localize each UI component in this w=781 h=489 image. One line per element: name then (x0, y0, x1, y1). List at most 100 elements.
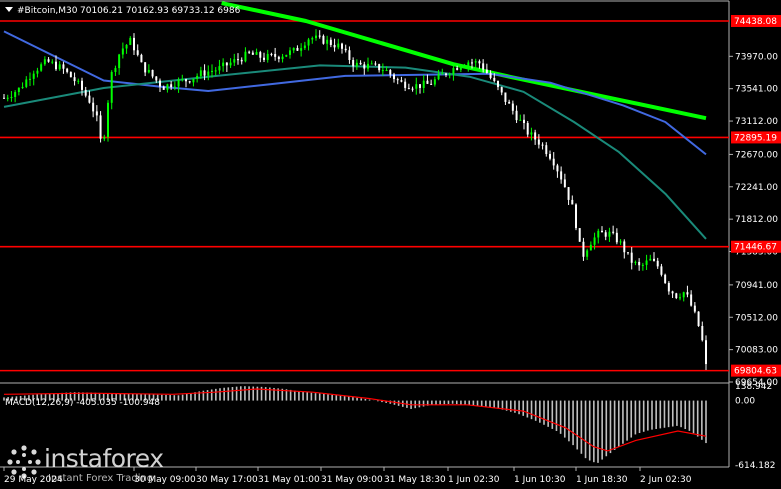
macd-tick-label: 138.942 (735, 382, 772, 392)
candle-body (686, 292, 689, 295)
candle-body (645, 260, 648, 265)
candle-body (567, 187, 570, 200)
candle-body (601, 230, 603, 233)
time-tick-label: 31 May 09:00 (321, 475, 383, 485)
candle-body (400, 80, 403, 82)
candle-body (69, 71, 72, 78)
level-label-text: 71446.67 (734, 243, 777, 253)
candle-body (411, 88, 414, 90)
price-tick-label: 70512.00 (735, 313, 778, 323)
candle-body (701, 326, 704, 341)
candle-body (623, 241, 626, 253)
candle-body (634, 261, 637, 263)
candle-body (653, 258, 655, 261)
candle-body (493, 77, 496, 82)
candle-body (318, 35, 321, 37)
candle-body (389, 70, 392, 75)
candle-body (140, 54, 143, 63)
candle-body (211, 70, 213, 72)
candle-body (133, 37, 135, 51)
candle-body (277, 56, 280, 60)
candle-body (95, 111, 98, 116)
candle-body (84, 89, 87, 96)
candle-body (233, 59, 236, 63)
candle-body (489, 73, 492, 78)
price-tick-label: 70083.00 (735, 346, 778, 356)
candle-body (162, 86, 165, 90)
candle-body (649, 258, 652, 261)
candle-body (363, 64, 366, 69)
candle-body (526, 123, 529, 135)
candle-body (289, 50, 291, 55)
candle-body (552, 158, 555, 166)
candle-body (177, 79, 180, 87)
candle-body (563, 179, 566, 188)
candle-body (433, 79, 436, 85)
candle-body (467, 62, 470, 67)
candle-body (88, 95, 91, 103)
candle-body (352, 59, 355, 67)
candle-body (118, 54, 121, 69)
candle-body (125, 44, 128, 49)
candle-body (159, 80, 161, 87)
candle-body (556, 165, 559, 172)
macd-label: MACD(12,26,9) -405.035 -100.948 (5, 398, 160, 408)
candle-body (593, 237, 596, 245)
candle-body (225, 62, 228, 66)
candle-body (263, 57, 265, 60)
candle-body (47, 59, 50, 62)
candle-body (25, 79, 28, 87)
price-tick-label: 72241.00 (735, 183, 778, 193)
candle-body (426, 80, 429, 84)
candle-body (240, 59, 243, 62)
candle-body (51, 61, 54, 63)
level-label-text: 69804.63 (734, 367, 777, 377)
candle-body (222, 62, 225, 67)
macd-tick-label: 0.00 (735, 397, 755, 407)
candle-body (29, 78, 31, 80)
candle-body (612, 231, 615, 233)
time-tick-label: 2 Jun 02:30 (640, 475, 692, 485)
candle-body (315, 35, 317, 39)
candle-body (311, 38, 314, 40)
time-tick-label: 30 May 17:00 (196, 475, 258, 485)
candle-body (14, 92, 17, 97)
candle-body (445, 73, 447, 75)
candle-body (81, 80, 83, 90)
candle-body (229, 62, 232, 66)
candle-body (32, 73, 35, 79)
candle-body (422, 80, 425, 88)
price-tick-label: 73541.00 (735, 85, 778, 95)
time-tick-label: 31 May 01:00 (258, 475, 320, 485)
candle-body (341, 43, 343, 49)
candle-body (355, 62, 358, 67)
time-tick-label: 29 May 2024 (4, 475, 63, 485)
candle-body (110, 72, 113, 103)
candle-body (660, 266, 663, 275)
candle-body (504, 92, 507, 102)
time-tick-label: 1 Jun 18:30 (576, 475, 628, 485)
candle-body (485, 69, 488, 74)
candle-body (456, 68, 459, 70)
candle-body (66, 68, 69, 72)
candle-body (344, 48, 347, 51)
candle-body (381, 70, 384, 72)
candle-body (10, 96, 13, 98)
trading-chart[interactable]: 73970.00 73541.00 73112.00 72670.00 72241.00… (0, 0, 781, 489)
candle-body (667, 282, 670, 292)
candle-body (73, 77, 76, 82)
candle-body (214, 70, 217, 72)
candle-body (99, 115, 102, 139)
chart-header: #Bitcoin,M30 70106.21 70162.93 69733.12 … (5, 6, 241, 16)
candle-body (474, 61, 477, 63)
candle-body (155, 76, 158, 81)
candle-body (385, 70, 388, 72)
candle-body (656, 260, 659, 267)
candle-body (534, 132, 537, 140)
level-label-text: 72895.19 (734, 133, 777, 143)
candle-body (251, 52, 254, 55)
macd-tick-label: -614.182 (735, 461, 775, 471)
candle-body (523, 119, 525, 124)
candle-body (147, 69, 150, 73)
candle-body (207, 71, 210, 76)
